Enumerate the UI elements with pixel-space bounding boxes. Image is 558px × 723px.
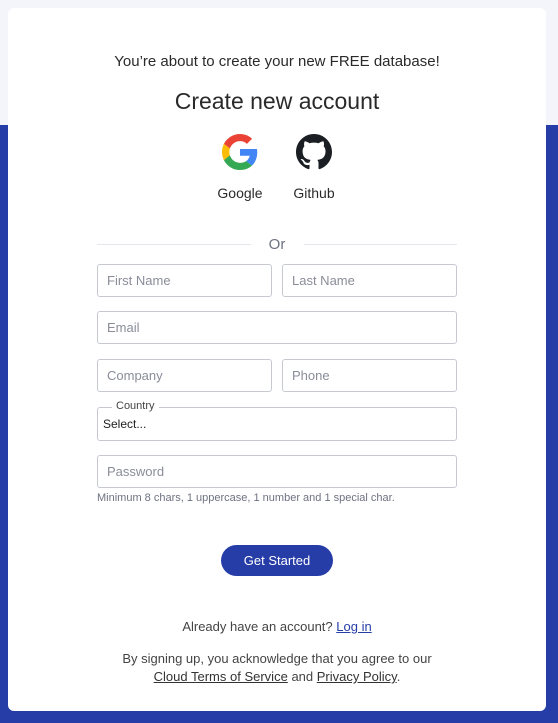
github-icon — [296, 134, 332, 170]
github-label: Github — [293, 185, 335, 201]
background-notch — [546, 274, 558, 284]
password-input[interactable] — [97, 455, 457, 488]
last-name-input[interactable] — [282, 264, 457, 297]
country-label: Country — [112, 400, 159, 412]
country-selected-value: Select... — [103, 417, 147, 431]
login-prompt-line: Already have an account? Log in — [8, 619, 546, 634]
login-prompt-text: Already have an account? — [182, 619, 333, 634]
company-input[interactable] — [97, 359, 272, 392]
legal-and-text: and — [291, 669, 314, 684]
divider-line-right — [304, 244, 457, 245]
first-name-input[interactable] — [97, 264, 272, 297]
legal-prefix-text: By signing up, you acknowledge that you … — [122, 651, 432, 666]
github-signup-button[interactable]: Github — [269, 134, 359, 201]
phone-input[interactable] — [282, 359, 457, 392]
login-link[interactable]: Log in — [336, 619, 371, 634]
legal-suffix-text: . — [396, 669, 401, 684]
google-icon — [222, 134, 258, 170]
privacy-policy-link[interactable]: Privacy Policy — [317, 669, 397, 684]
country-select[interactable]: Country Select... — [97, 400, 457, 441]
terms-of-service-link[interactable]: Cloud Terms of Service — [154, 669, 288, 684]
get-started-button[interactable]: Get Started — [221, 545, 333, 576]
password-hint: Minimum 8 chars, 1 uppercase, 1 number a… — [97, 492, 395, 504]
legal-notice: By signing up, you acknowledge that you … — [8, 650, 546, 686]
page-title: Create new account — [174, 88, 380, 114]
page-subtitle: You’re about to create your new FREE dat… — [114, 53, 440, 70]
divider-or-text: Or — [268, 236, 286, 253]
email-input[interactable] — [97, 311, 457, 344]
signup-card: You’re about to create your new FREE dat… — [8, 8, 546, 711]
